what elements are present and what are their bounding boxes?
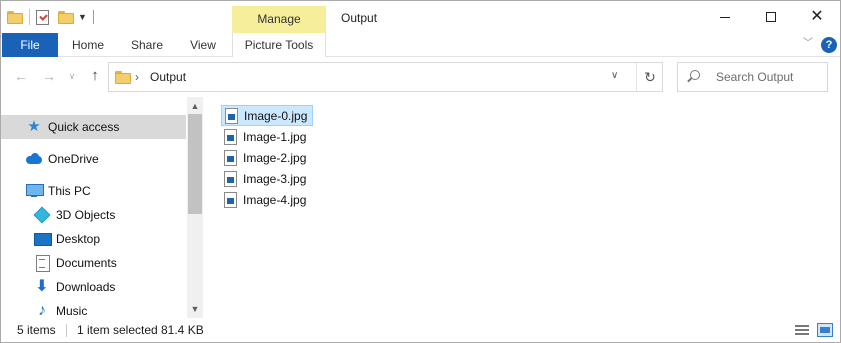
file-name: Image-4.jpg bbox=[243, 192, 307, 207]
computer-icon bbox=[26, 183, 44, 199]
scroll-down-icon[interactable]: ▼ bbox=[187, 302, 203, 316]
minimize-button[interactable] bbox=[702, 1, 748, 33]
nav-item-documents[interactable]: Documents bbox=[1, 251, 186, 275]
nav-item-label: Quick access bbox=[48, 120, 120, 134]
nav-item-label: This PC bbox=[48, 184, 91, 198]
maximize-button[interactable] bbox=[748, 1, 794, 33]
minimize-icon bbox=[720, 16, 730, 18]
image-file-icon bbox=[224, 191, 237, 208]
breadcrumb-output[interactable]: Output bbox=[150, 70, 186, 84]
folder-icon[interactable] bbox=[7, 9, 23, 25]
toolbar-divider bbox=[29, 9, 30, 25]
up-arrow-icon[interactable]: ↑ bbox=[85, 66, 105, 86]
details-view-icon[interactable] bbox=[794, 323, 810, 337]
window-title: Output bbox=[341, 11, 378, 25]
new-folder-icon[interactable] bbox=[58, 9, 74, 25]
documents-icon bbox=[34, 255, 50, 272]
search-input[interactable] bbox=[716, 68, 824, 86]
help-icon[interactable]: ? bbox=[821, 37, 837, 53]
properties-icon[interactable] bbox=[36, 9, 52, 25]
navigation-pane: ★ Quick access OneDrive This PC 3D Objec… bbox=[1, 97, 203, 319]
folder-icon bbox=[115, 71, 131, 84]
quick-access-toolbar: ▼ bbox=[7, 7, 94, 27]
download-arrow-icon: ⬇ bbox=[35, 278, 49, 295]
image-file-icon bbox=[225, 107, 238, 124]
nav-pane-scrollbar[interactable]: ▲ ▼ bbox=[187, 97, 203, 318]
file-item[interactable]: Image-4.jpg bbox=[221, 189, 311, 210]
nav-item-label: Documents bbox=[56, 256, 117, 270]
file-name: Image-0.jpg bbox=[244, 108, 308, 123]
onedrive-cloud-icon bbox=[26, 151, 42, 167]
nav-item-this-pc[interactable]: This PC bbox=[1, 179, 186, 203]
breadcrumb-separator-icon[interactable]: › bbox=[135, 70, 139, 84]
selection-size: 81.4 KB bbox=[161, 323, 204, 337]
ribbon-tabs: File Home Share View Picture Tools ﹀ ? bbox=[1, 33, 840, 57]
scroll-up-icon[interactable]: ▲ bbox=[187, 99, 203, 113]
file-name: Image-1.jpg bbox=[243, 129, 307, 144]
nav-item-label: 3D Objects bbox=[56, 208, 116, 222]
status-divider bbox=[66, 324, 67, 337]
nav-item-label: Desktop bbox=[56, 232, 101, 246]
cube-icon bbox=[33, 206, 51, 224]
tab-home[interactable]: Home bbox=[61, 33, 115, 57]
back-arrow-icon[interactable]: ← bbox=[11, 66, 31, 86]
tab-file[interactable]: File bbox=[2, 33, 58, 57]
file-item[interactable]: Image-2.jpg bbox=[221, 147, 311, 168]
manage-contextual-tab[interactable]: Manage bbox=[232, 6, 326, 33]
nav-item-label: Downloads bbox=[56, 280, 116, 294]
address-bar[interactable]: › Output ∨ ↻ bbox=[108, 62, 663, 92]
nav-item-desktop[interactable]: Desktop bbox=[1, 227, 186, 251]
item-count: 5 items bbox=[17, 323, 56, 337]
file-item[interactable]: Image-0.jpg bbox=[221, 105, 314, 126]
desktop-icon bbox=[34, 231, 52, 247]
large-icons-view-icon[interactable] bbox=[817, 323, 833, 337]
close-icon: ✕ bbox=[810, 8, 824, 25]
star-icon: ★ bbox=[27, 118, 41, 135]
music-note-icon: ♪ bbox=[38, 302, 46, 319]
tab-share[interactable]: Share bbox=[121, 33, 173, 57]
image-file-icon bbox=[224, 170, 237, 187]
tab-view[interactable]: View bbox=[177, 33, 229, 57]
customize-dropdown-icon[interactable]: ▼ bbox=[78, 12, 87, 22]
address-dropdown-icon[interactable]: ∨ bbox=[611, 70, 618, 81]
forward-arrow-icon[interactable]: → bbox=[39, 66, 59, 86]
file-item[interactable]: Image-3.jpg bbox=[221, 168, 311, 189]
close-button[interactable]: ✕ bbox=[794, 1, 840, 33]
status-bar: 5 items 1 item selected 81.4 KB bbox=[1, 319, 840, 342]
nav-item-downloads[interactable]: ⬇ Downloads bbox=[1, 275, 186, 299]
nav-item-label: OneDrive bbox=[48, 152, 99, 166]
selection-count: 1 item selected bbox=[77, 323, 158, 337]
recent-locations-chevron-icon[interactable]: ∨ bbox=[65, 66, 79, 86]
file-item[interactable]: Image-1.jpg bbox=[221, 126, 311, 147]
nav-item-label: Music bbox=[56, 304, 88, 318]
nav-item-quick-access[interactable]: ★ Quick access bbox=[1, 115, 186, 139]
maximize-icon bbox=[766, 12, 776, 22]
nav-item-onedrive[interactable]: OneDrive bbox=[1, 147, 186, 171]
file-name: Image-2.jpg bbox=[243, 150, 307, 165]
tab-picture-tools[interactable]: Picture Tools bbox=[232, 33, 326, 57]
image-file-icon bbox=[224, 128, 237, 145]
navigation-bar: ← → ∨ ↑ › Output ∨ ↻ bbox=[1, 58, 840, 96]
expand-ribbon-chevron-icon[interactable]: ﹀ bbox=[801, 36, 815, 52]
nav-item-3d-objects[interactable]: 3D Objects bbox=[1, 203, 186, 227]
toolbar-divider bbox=[92, 10, 94, 24]
image-file-icon bbox=[224, 149, 237, 166]
search-box[interactable] bbox=[677, 62, 828, 92]
refresh-icon[interactable]: ↻ bbox=[636, 63, 663, 91]
file-list: Image-0.jpg Image-1.jpg Image-2.jpg Imag… bbox=[204, 97, 840, 318]
title-bar: ▼ Manage Output ✕ bbox=[1, 1, 840, 33]
explorer-window: ▼ Manage Output ✕ File Home Share View P… bbox=[0, 0, 841, 343]
scrollbar-thumb[interactable] bbox=[188, 114, 202, 214]
search-icon bbox=[690, 70, 700, 80]
file-name: Image-3.jpg bbox=[243, 171, 307, 186]
